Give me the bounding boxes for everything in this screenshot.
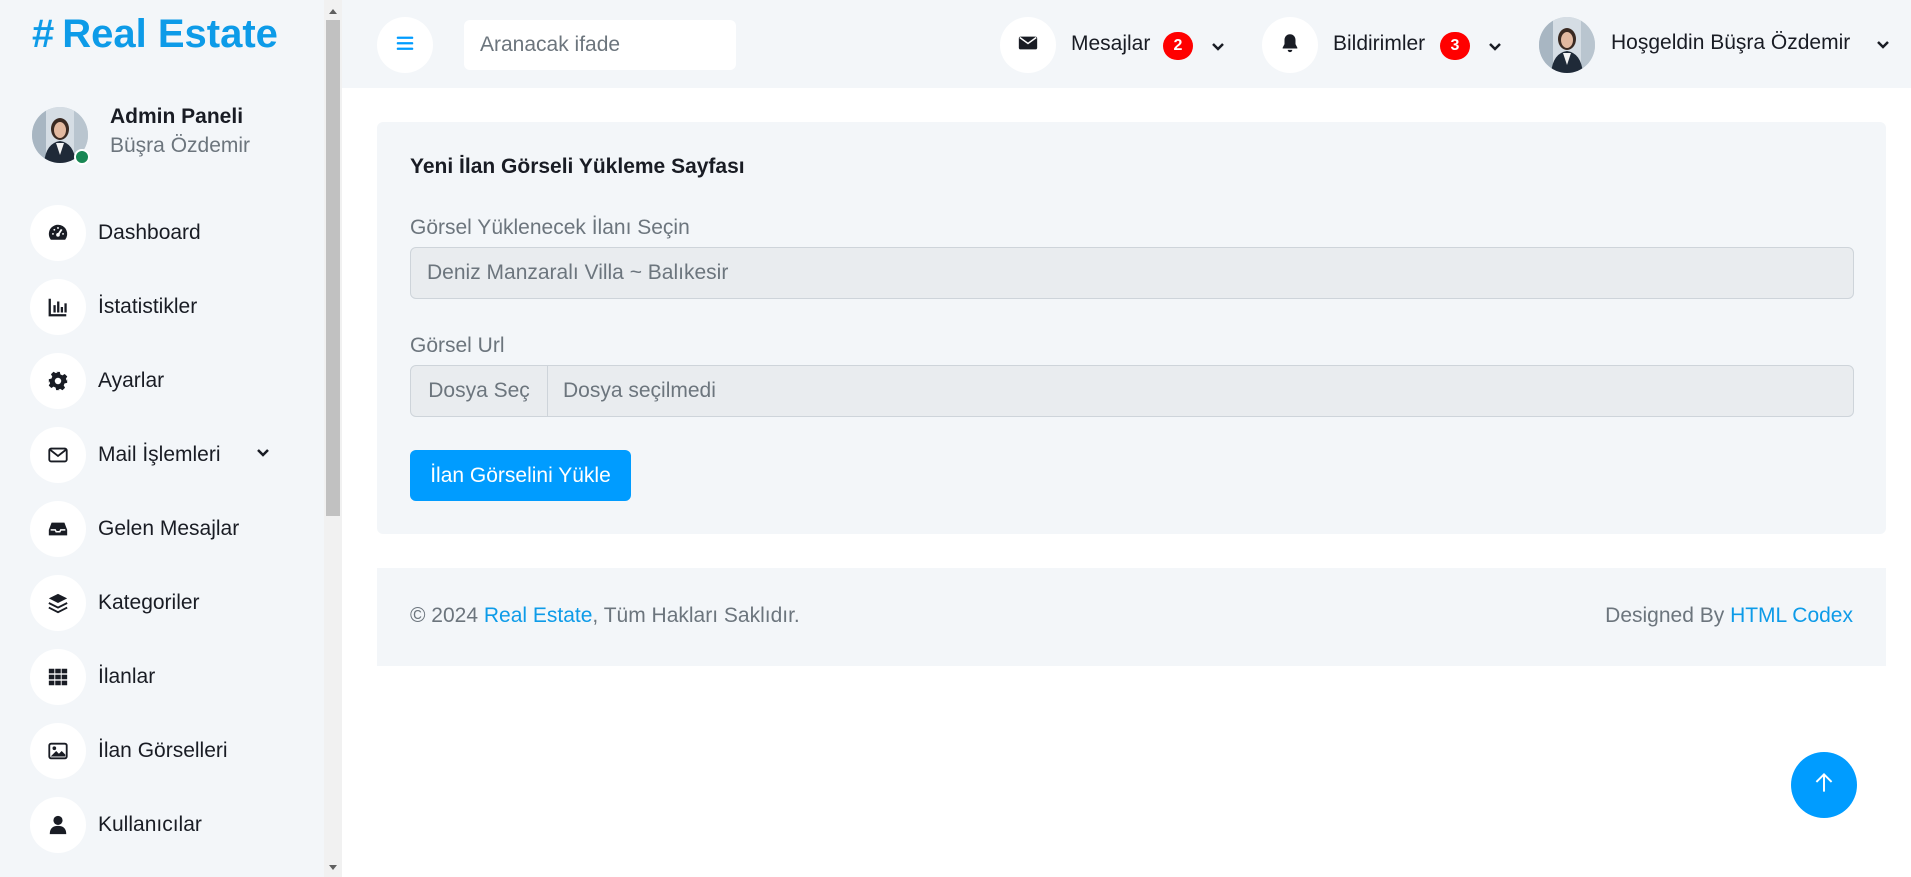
image-url-label: Görsel Url (410, 334, 505, 357)
chart-bar-icon (30, 279, 86, 335)
user-menu-dropdown[interactable]: Hoşgeldin Büşra Özdemir (1539, 17, 1899, 73)
bell-icon (1279, 32, 1301, 59)
gear-icon (30, 353, 86, 409)
designed-by-text: Designed By (1605, 604, 1731, 627)
sidebar-item-label: İlanlar (98, 665, 156, 688)
listing-select[interactable]: Deniz Manzaralı Villa ~ Balıkesir (410, 247, 1854, 299)
sidebar-item-label: Ayarlar (98, 369, 165, 392)
notifications-button[interactable] (1262, 17, 1318, 73)
scrollbar-thumb[interactable] (326, 20, 340, 516)
site-link[interactable]: Real Estate (484, 604, 593, 627)
user-icon (30, 797, 86, 853)
sidebar-item-settings[interactable]: Ayarlar (30, 353, 280, 427)
menu-toggle-button[interactable] (377, 17, 433, 73)
notifications-dropdown[interactable]: Bildirimler 3 (1262, 17, 1522, 73)
chevron-down-icon[interactable] (255, 445, 271, 466)
file-status-text: Dosya seçilmedi (563, 379, 716, 402)
sidebar-item-categories[interactable]: Kategoriler (30, 575, 280, 649)
inbox-icon (30, 501, 86, 557)
chevron-down-icon[interactable] (1487, 39, 1503, 60)
avatar (1539, 17, 1595, 73)
sidebar-item-inbox[interactable]: Gelen Mesajlar (30, 501, 280, 575)
notifications-label: Bildirimler (1333, 32, 1426, 55)
hamburger-icon (394, 32, 416, 59)
sidebar-item-label: İstatistikler (98, 295, 198, 318)
footer: © 2024 Real Estate, Tüm Hakları Saklıdır… (377, 568, 1886, 666)
back-to-top-button[interactable] (1791, 752, 1857, 818)
sidebar-item-label: Kullanıcılar (98, 813, 202, 836)
brand-logo[interactable]: # Real Estate (32, 12, 278, 57)
choose-file-button[interactable]: Dosya Seç (411, 366, 548, 416)
image-icon (30, 723, 86, 779)
sidebar-item-listings[interactable]: İlanlar (30, 649, 280, 723)
admin-name: Büşra Özdemir (110, 134, 251, 157)
rights-text: , Tüm Hakları Saklıdır. (592, 604, 800, 627)
sidebar-item-label: Dashboard (98, 221, 201, 244)
sidebar-item-listing-images[interactable]: İlan Görselleri (30, 723, 280, 797)
sidebar-item-label: İlan Görselleri (98, 739, 228, 762)
sidebar-item-label: Kategoriler (98, 591, 200, 614)
layers-icon (30, 575, 86, 631)
footer-credits: Designed By HTML Codex (1605, 604, 1853, 628)
admin-profile: Admin Paneli Büşra Özdemir (32, 105, 312, 165)
sidebar-item-dashboard[interactable]: Dashboard (30, 205, 280, 279)
brand-name: Real Estate (62, 12, 278, 56)
admin-title: Admin Paneli (110, 105, 244, 128)
messages-button[interactable] (1000, 17, 1056, 73)
sidebar-item-label: Gelen Mesajlar (98, 517, 240, 540)
chevron-down-icon[interactable] (1875, 37, 1891, 58)
sidebar-item-label: Mail İşlemleri (98, 443, 221, 466)
listing-select-label: Görsel Yüklenecek İlanı Seçin (410, 216, 690, 239)
scroll-down-arrow-icon[interactable] (329, 865, 337, 870)
envelope-icon (1017, 32, 1039, 59)
gauge-icon (30, 205, 86, 261)
search-input[interactable] (464, 20, 736, 70)
hash-icon: # (32, 12, 55, 56)
sidebar-nav: Dashboard İstatistikler Ayarlar Mail İşl… (30, 205, 280, 871)
sidebar-item-statistics[interactable]: İstatistikler (30, 279, 280, 353)
messages-count-badge: 2 (1163, 32, 1193, 60)
arrow-up-icon (1811, 770, 1837, 801)
online-status-dot (74, 149, 90, 165)
grid-icon (30, 649, 86, 705)
messages-label: Mesajlar (1071, 32, 1151, 55)
footer-copyright: © 2024 Real Estate, Tüm Hakları Saklıdır… (410, 604, 800, 628)
sidebar-item-mail[interactable]: Mail İşlemleri (30, 427, 280, 501)
chevron-down-icon[interactable] (1210, 39, 1226, 60)
sidebar-item-users[interactable]: Kullanıcılar (30, 797, 280, 871)
user-greeting: Hoşgeldin Büşra Özdemir (1611, 31, 1851, 54)
sidebar-scrollbar[interactable] (324, 0, 342, 877)
copyright-text: © 2024 (410, 604, 484, 627)
upload-form-card: Yeni İlan Görseli Yükleme Sayfası Görsel… (377, 122, 1886, 534)
envelope-icon (30, 427, 86, 483)
sidebar: # Real Estate Admin Paneli Büşra Özdemir … (0, 0, 324, 877)
file-input[interactable]: Dosya Seç Dosya seçilmedi (410, 365, 1854, 417)
messages-dropdown[interactable]: Mesajlar 2 (1000, 17, 1240, 73)
notifications-count-badge: 3 (1440, 32, 1470, 60)
page-title: Yeni İlan Görseli Yükleme Sayfası (410, 155, 745, 178)
topbar: Mesajlar 2 Bildirimler 3 (342, 0, 1911, 88)
scroll-up-arrow-icon[interactable] (329, 9, 337, 14)
upload-image-button[interactable]: İlan Görselini Yükle (410, 450, 631, 501)
designer-link[interactable]: HTML Codex (1730, 604, 1853, 627)
